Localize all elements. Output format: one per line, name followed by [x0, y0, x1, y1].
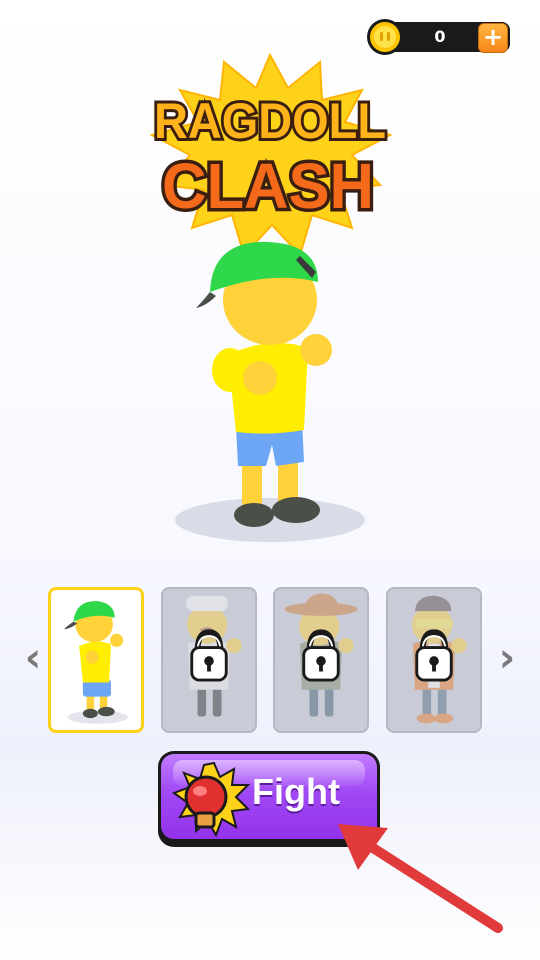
hero-right-fist [300, 334, 332, 366]
fight-button-label: Fight [252, 771, 340, 812]
carousel-next-arrow[interactable]: › [492, 638, 522, 680]
left-shoe [234, 503, 274, 527]
hero-character [175, 241, 365, 542]
character-card-sunglasses[interactable] [386, 587, 482, 733]
pointer-arrow-icon [338, 824, 503, 933]
character-card-green-cap[interactable] [48, 587, 144, 733]
hero-left-fist [243, 361, 277, 395]
character-card-chef[interactable] [161, 587, 257, 733]
coin-count: 0 [434, 27, 446, 46]
game-logo: RAGDOLL CLASH [149, 52, 393, 257]
logo-line-2: CLASH [162, 150, 374, 222]
carousel-prev-arrow[interactable]: ‹ [18, 638, 48, 680]
right-shoe [272, 497, 320, 523]
sunglasses-character-icon [411, 595, 467, 724]
add-coins-button[interactable]: + [478, 23, 508, 53]
logo-line-1: RAGDOLL [154, 93, 386, 149]
chef-character-icon [186, 595, 242, 717]
coin-bar: 0 + [367, 19, 510, 55]
character-card-cowboy[interactable] [273, 587, 369, 733]
green-cap-character-icon [64, 600, 128, 724]
cowboy-character-icon [284, 593, 358, 717]
boxing-glove-icon [171, 761, 250, 837]
